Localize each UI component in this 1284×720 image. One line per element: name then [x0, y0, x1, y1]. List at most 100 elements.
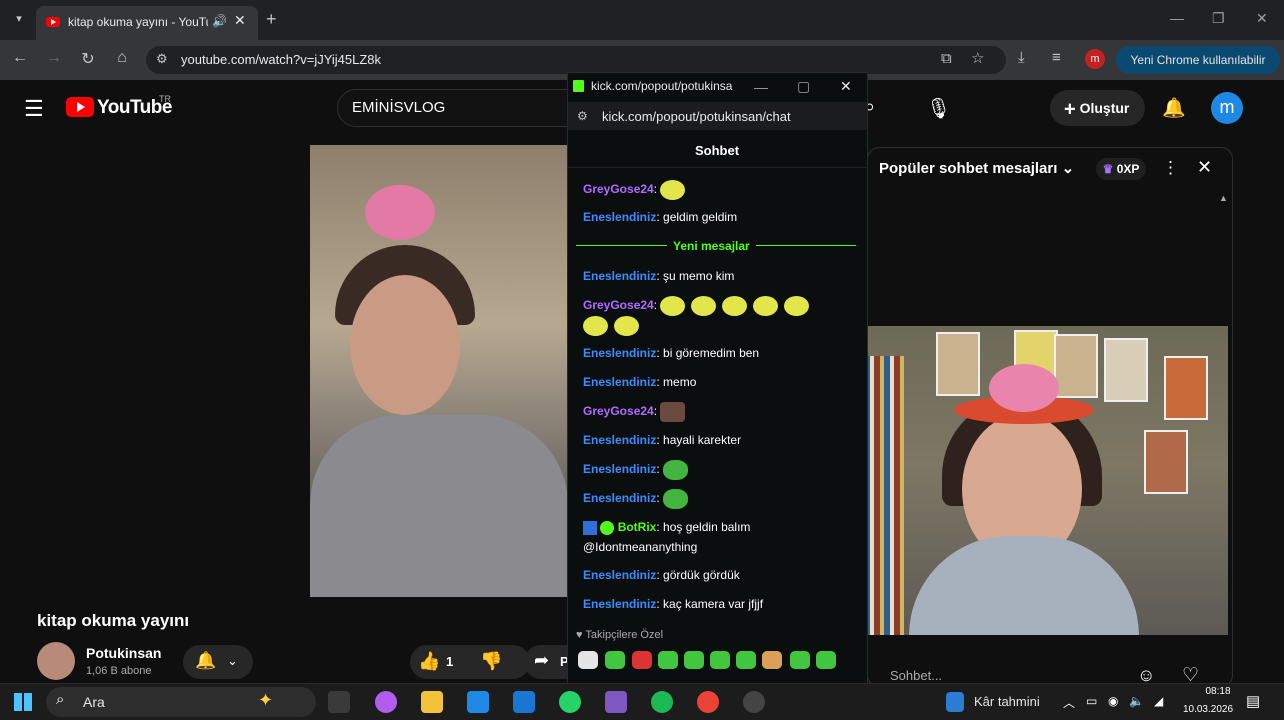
emote-icon[interactable] [684, 651, 704, 669]
clock-date[interactable]: 10.03.2026 [1178, 704, 1238, 715]
emote-icon[interactable] [658, 651, 678, 669]
poster [1164, 356, 1208, 420]
back-icon[interactable]: ← [8, 49, 32, 67]
maximize-icon[interactable]: ❐ [1212, 10, 1225, 27]
file-explorer-icon[interactable] [421, 691, 443, 713]
chat-username[interactable]: Eneslendiniz [583, 375, 656, 389]
microsoft-store-icon[interactable] [467, 691, 489, 713]
notification-center-icon[interactable]: ▤ [1246, 692, 1260, 710]
chat-username[interactable]: Eneslendiniz [583, 346, 656, 360]
channel-name[interactable]: Potukinsan [86, 645, 161, 661]
youtube-logo-icon[interactable] [66, 97, 94, 117]
poster [1104, 338, 1148, 402]
xp-badge[interactable]: ♛ 0XP [1096, 158, 1146, 180]
start-menu-icon[interactable] [14, 693, 32, 711]
emote-icon [784, 296, 810, 316]
chat-username[interactable]: GreyGose24 [583, 404, 654, 418]
site-info-icon[interactable]: ⚙ [156, 51, 168, 67]
followers-only-label: ♥ Takipçilere Özel [576, 629, 663, 641]
install-app-icon[interactable]: ⧉ [941, 50, 952, 67]
minimize-icon[interactable]: — [754, 79, 768, 95]
profile-avatar[interactable]: m [1085, 49, 1105, 69]
create-button[interactable]: + Oluştur [1050, 90, 1145, 126]
emote-icon[interactable] [736, 651, 756, 669]
video-frame-detail [365, 185, 435, 240]
bookmark-star-icon[interactable]: ☆ [971, 49, 984, 67]
word-icon[interactable] [946, 692, 964, 712]
obs-icon[interactable] [743, 691, 765, 713]
spotify-icon[interactable] [651, 691, 673, 713]
chat-username[interactable]: Eneslendiniz [583, 491, 656, 505]
media-control-icon[interactable]: ≡ [1052, 49, 1061, 66]
task-view-icon[interactable] [328, 691, 350, 713]
emote-icon[interactable] [710, 651, 730, 669]
chevron-up-icon[interactable]: ︿ [1063, 694, 1075, 711]
more-options-icon[interactable]: ⋮ [1162, 158, 1179, 178]
subscription-bell-button[interactable]: 🔔 ⌄ [183, 645, 253, 679]
taskbar-widget-label[interactable]: Kâr tahmini [974, 694, 1040, 709]
notifications-bell-icon[interactable]: 🔔 [1162, 96, 1186, 120]
wifi-icon[interactable]: ◢ [1154, 694, 1163, 708]
scroll-up-icon[interactable]: ▲ [1219, 193, 1228, 203]
microphone-icon[interactable]: 🎙 [926, 96, 951, 121]
bell-icon: 🔔 [195, 651, 217, 670]
forward-icon[interactable]: → [42, 49, 66, 67]
new-tab-icon[interactable]: + [266, 9, 277, 30]
chat-username[interactable]: Eneslendiniz [583, 462, 656, 476]
chat-username[interactable]: Eneslendiniz [583, 597, 656, 611]
clock-time[interactable]: 08:18 [1188, 686, 1248, 697]
share-button[interactable]: ➦ P [524, 645, 569, 679]
minimize-icon[interactable]: — [1170, 10, 1184, 26]
chrome-icon[interactable] [697, 691, 719, 713]
maximize-icon[interactable]: ▢ [797, 78, 810, 95]
chat-username[interactable]: GreyGose24 [583, 182, 654, 196]
emote-icon[interactable] [632, 651, 652, 669]
youtube-avatar[interactable]: m [1211, 92, 1243, 124]
home-icon[interactable]: ⌂ [110, 49, 134, 67]
chat-username[interactable]: Eneslendiniz [583, 210, 656, 224]
close-popout-icon[interactable]: ✕ [840, 78, 852, 95]
taskbar-search-label: Ara [83, 694, 105, 710]
whatsapp-icon[interactable] [559, 691, 581, 713]
chat-username[interactable]: GreyGose24 [583, 298, 654, 312]
volume-icon[interactable]: 🔈 [1129, 694, 1144, 708]
channel-avatar[interactable] [37, 642, 75, 680]
mail-icon[interactable] [513, 691, 535, 713]
emote-icon[interactable] [605, 651, 625, 669]
emote-icon[interactable] [762, 651, 782, 669]
followers-only-text: Takipçilere Özel [585, 629, 664, 641]
emote-icon [583, 316, 608, 336]
speaker-icon[interactable]: 🔊 [212, 14, 227, 28]
hamburger-menu-icon[interactable]: ☰ [24, 96, 44, 122]
emote-picker-icon[interactable] [578, 651, 598, 669]
meet-now-icon[interactable]: ◉ [1108, 694, 1118, 708]
chat-text: hayali karekter [663, 433, 742, 447]
close-chat-icon[interactable]: ✕ [1197, 157, 1212, 178]
search-input-value[interactable]: EMİNİSVLOG [352, 99, 445, 116]
dislike-icon[interactable]: 👎 [480, 651, 502, 672]
copilot-sparkle-icon: ✦ [258, 690, 274, 710]
chat-username[interactable]: Eneslendiniz [583, 433, 656, 447]
chat-mode-dropdown[interactable]: Popüler sohbet mesajları ⌄ [879, 159, 1074, 177]
popout-window-title: kick.com/popout/potukinsa... [591, 79, 733, 93]
site-info-icon[interactable]: ⚙ [577, 109, 588, 123]
chrome-update-button[interactable]: Yeni Chrome kullanılabilir [1116, 46, 1280, 74]
video-player[interactable] [310, 145, 568, 597]
like-dislike-button[interactable]: 👍 1 👎 [410, 645, 530, 679]
network-icon[interactable]: ▭ [1086, 694, 1097, 708]
chat-input[interactable]: Sohbet... [890, 668, 942, 683]
browser-tab[interactable]: kitap okuma yayını - YouTube 🔊 ✕ [36, 6, 258, 40]
emote-icon[interactable] [790, 651, 810, 669]
close-window-icon[interactable]: ✕ [1256, 10, 1268, 27]
chat-username[interactable]: Eneslendiniz [583, 269, 656, 283]
reload-icon[interactable]: ↻ [76, 49, 100, 69]
download-icon[interactable]: ⤓ [1018, 49, 1025, 66]
tab-search-icon[interactable]: ▾ [8, 8, 30, 30]
close-tab-icon[interactable]: ✕ [234, 12, 246, 29]
chat-username[interactable]: Eneslendiniz [583, 568, 656, 582]
microsoft-365-icon[interactable] [605, 691, 627, 713]
emote-icon[interactable] [816, 651, 836, 669]
chat-username[interactable]: BotRix [618, 520, 657, 534]
like-icon[interactable]: 👍 [418, 651, 440, 672]
copilot-icon[interactable] [375, 691, 397, 713]
